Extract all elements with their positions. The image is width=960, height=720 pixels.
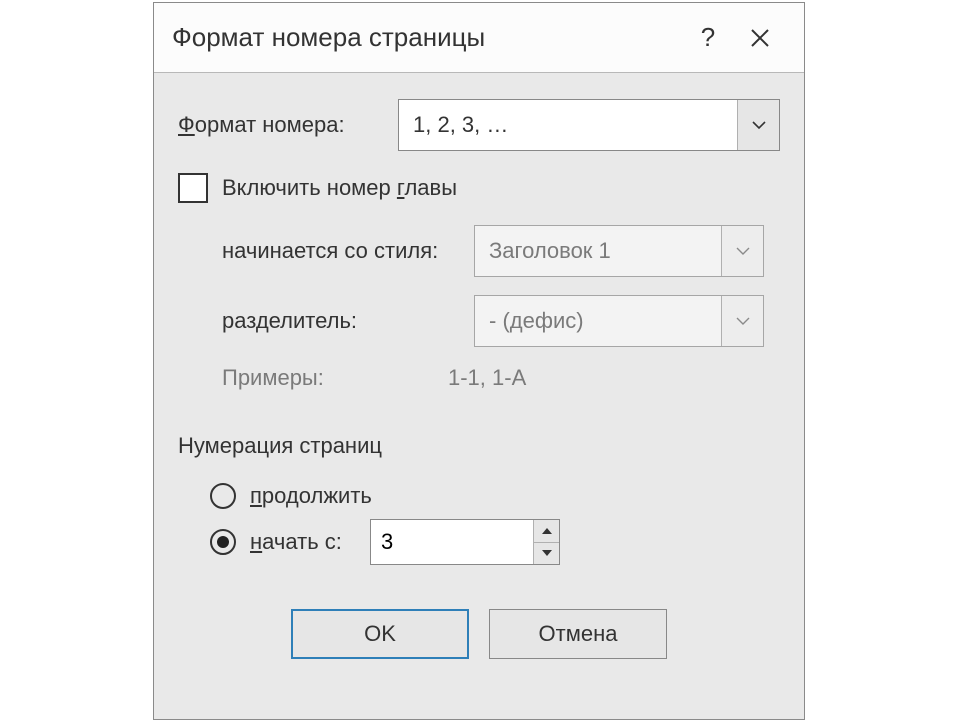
cancel-button[interactable]: Отмена [489, 609, 667, 659]
row-examples: Примеры: 1-1, 1-A [222, 365, 780, 391]
label-starts-style: начинается со стиля: [222, 238, 474, 264]
radio-continue[interactable] [210, 483, 236, 509]
row-separator: разделитель: - (дефис) [222, 295, 780, 347]
dialog-body: Формат номера: 1, 2, 3, … Включить номер… [154, 73, 804, 683]
title-text: Формат номера страницы [172, 22, 682, 53]
group-title-numbering: Нумерация страниц [178, 433, 780, 459]
combobox-number-format[interactable]: 1, 2, 3, … [398, 99, 780, 151]
input-start-from[interactable] [371, 520, 533, 564]
combobox-separator: - (дефис) [474, 295, 764, 347]
radio-row-start-from: начать с: [210, 519, 780, 565]
label-number-format: Формат номера: [178, 112, 398, 138]
chevron-down-icon [721, 296, 763, 346]
label-continue: продолжить [250, 483, 372, 509]
label-separator: разделитель: [222, 308, 474, 334]
combobox-separator-value: - (дефис) [475, 296, 721, 346]
label-include-chapter: Включить номер главы [222, 175, 457, 201]
radio-row-continue: продолжить [210, 473, 780, 519]
footer-buttons: OK Отмена [178, 609, 780, 659]
ok-button[interactable]: OK [291, 609, 469, 659]
combobox-starts-style: Заголовок 1 [474, 225, 764, 277]
label-examples: Примеры: [222, 365, 448, 391]
checkbox-include-chapter[interactable] [178, 173, 208, 203]
sub-include-chapter: начинается со стиля: Заголовок 1 раздели… [222, 225, 780, 391]
value-examples: 1-1, 1-A [448, 365, 526, 391]
spinner-down-button[interactable] [534, 543, 559, 565]
chevron-down-icon [737, 100, 779, 150]
titlebar: Формат номера страницы ? [154, 3, 804, 73]
combobox-starts-style-value: Заголовок 1 [475, 226, 721, 276]
radio-start-from[interactable] [210, 529, 236, 555]
help-button[interactable]: ? [682, 12, 734, 64]
close-icon [750, 28, 770, 48]
row-starts-style: начинается со стиля: Заголовок 1 [222, 225, 780, 277]
row-include-chapter: Включить номер главы [178, 173, 780, 203]
spinner-up-button[interactable] [534, 520, 559, 543]
close-button[interactable] [734, 12, 786, 64]
radio-dot-icon [217, 536, 229, 548]
spinner-start-from[interactable] [370, 519, 560, 565]
dialog-page-number-format: Формат номера страницы ? Формат номера: … [153, 2, 805, 720]
chevron-down-icon [721, 226, 763, 276]
combobox-number-format-value: 1, 2, 3, … [399, 100, 737, 150]
label-start-from: начать с: [250, 529, 370, 555]
row-number-format: Формат номера: 1, 2, 3, … [178, 99, 780, 151]
